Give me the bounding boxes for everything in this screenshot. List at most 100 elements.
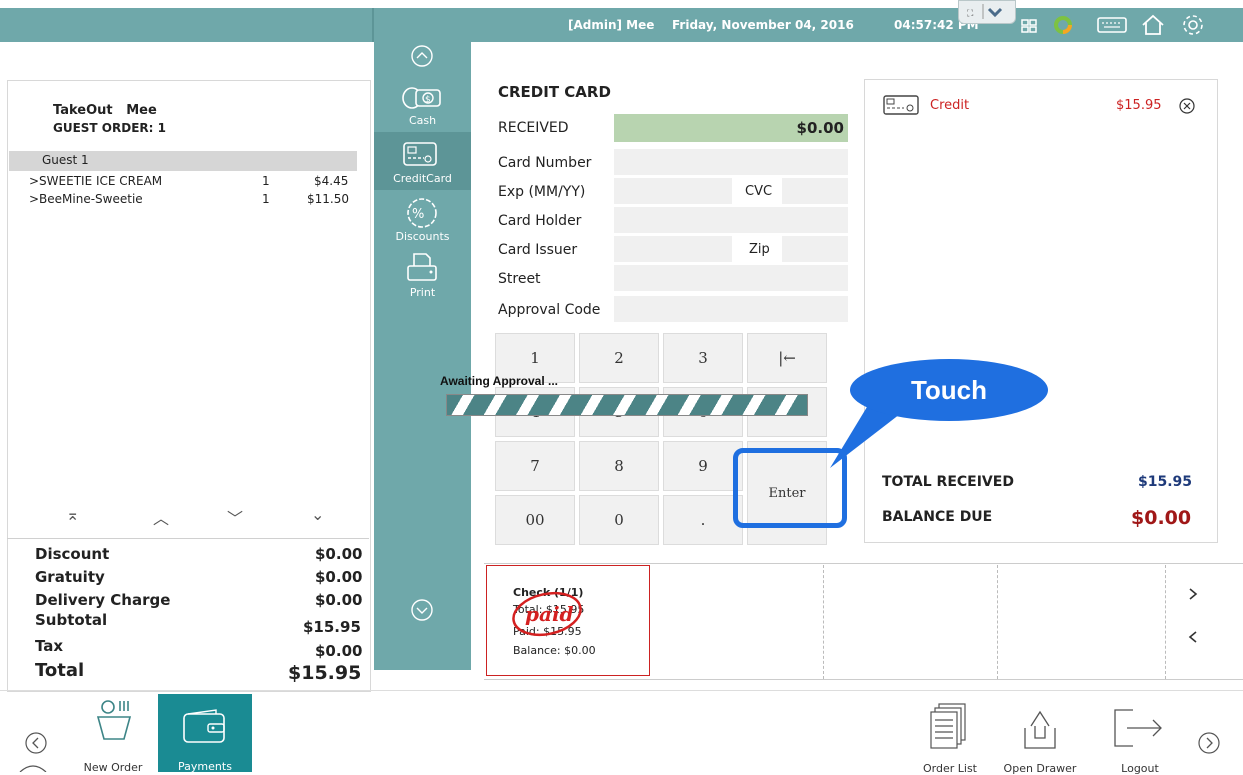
check-balance: Balance: $0.00 <box>513 644 596 657</box>
sidebar-up-icon[interactable] <box>410 44 434 68</box>
check-strip-top <box>484 563 1243 564</box>
card-holder-field[interactable] <box>614 207 848 233</box>
totals-divider <box>7 538 369 539</box>
svg-text:$: $ <box>425 95 431 105</box>
tax-value: $0.00 <box>315 642 363 660</box>
cvc-label: CVC <box>745 184 773 199</box>
approval-code-field[interactable] <box>614 296 848 322</box>
chevron-right-icon[interactable] <box>1185 585 1201 603</box>
open-drawer-icon <box>1024 710 1056 749</box>
exp-label: Exp (MM/YY) <box>498 184 586 200</box>
cvc-field[interactable] <box>782 178 848 204</box>
card-number-field[interactable] <box>614 149 848 175</box>
logout-label: Logout <box>1121 762 1159 775</box>
bottom-divider <box>0 690 1243 691</box>
balance-due-value: $0.00 <box>1131 507 1192 529</box>
check-divider <box>823 565 824 679</box>
key-0[interactable]: 0 <box>579 495 659 545</box>
card-holder-label: Card Holder <box>498 213 582 229</box>
nav-next-icon[interactable] <box>1197 731 1221 755</box>
total-received-label: TOTAL RECEIVED <box>882 474 1014 490</box>
scroll-down-icon[interactable]: ﹀ <box>227 505 243 529</box>
nav-prev-icon[interactable] <box>24 731 48 755</box>
remove-payment-icon[interactable] <box>1178 97 1196 115</box>
balance-due-label: BALANCE DUE <box>882 509 993 525</box>
printer-icon <box>407 253 437 281</box>
credit-card-icon <box>883 95 919 115</box>
approval-progress-bar <box>446 394 808 416</box>
item-name: >SWEETIE ICE CREAM <box>29 174 163 188</box>
scroll-top-icon[interactable]: ⌅ <box>66 505 79 524</box>
logout-button[interactable]: Logout <box>1105 700 1175 775</box>
zip-field[interactable] <box>782 236 848 262</box>
top-bar: [Admin] Mee Friday, November 04, 2016 04… <box>0 0 1243 42</box>
enter-highlight <box>733 448 847 528</box>
open-drawer-label: Open Drawer <box>1003 762 1077 775</box>
delivery-value: $0.00 <box>315 591 363 609</box>
check-card[interactable]: Check (1/1) Total: $15.95 Paid: $15.95 B… <box>486 565 650 676</box>
key-8[interactable]: 8 <box>579 441 659 491</box>
delivery-label: Delivery Charge <box>35 591 171 609</box>
received-field[interactable]: $0.00 <box>614 114 848 142</box>
pulldown-tab[interactable]: ⛶ <box>958 0 1016 24</box>
payments-button[interactable]: Payments <box>158 694 252 773</box>
keyboard-icon[interactable] <box>1096 12 1128 38</box>
sync-icon[interactable] <box>1050 12 1076 38</box>
sidebar-item-print[interactable]: Print <box>374 250 471 302</box>
exp-field[interactable] <box>614 178 732 204</box>
sidebar-item-label: Cash <box>408 114 437 127</box>
form-title: CREDIT CARD <box>498 83 611 101</box>
list-item[interactable]: >BeeMine-Sweetie 1 $11.50 <box>29 192 369 208</box>
totals-section: Discount $0.00 Gratuity $0.00 Delivery C… <box>0 545 372 685</box>
discount-label: Discount <box>35 545 110 563</box>
card-number-label: Card Number <box>498 155 592 171</box>
new-order-label: New Order <box>83 761 143 774</box>
home-icon[interactable] <box>1140 12 1166 38</box>
payment-method: Credit <box>930 98 970 113</box>
scroll-bottom-icon[interactable]: ⌄ <box>311 505 324 524</box>
approval-code-label: Approval Code <box>498 302 601 318</box>
new-order-button[interactable]: New Order <box>70 697 156 774</box>
key-7[interactable]: 7 <box>495 441 575 491</box>
card-issuer-label: Card Issuer <box>498 242 578 258</box>
layout-icon[interactable] <box>1018 12 1044 38</box>
item-qty: 1 <box>262 192 270 206</box>
key-3[interactable]: 3 <box>663 333 743 383</box>
item-name: >BeeMine-Sweetie <box>29 192 143 206</box>
paid-stamp-text: paid <box>525 602 574 626</box>
payment-entry[interactable]: Credit $15.95 <box>882 94 1202 116</box>
key-2[interactable]: 2 <box>579 333 659 383</box>
key-decimal[interactable]: . <box>663 495 743 545</box>
header-date: Friday, November 04, 2016 <box>672 18 854 32</box>
discount-icon: % <box>407 198 437 228</box>
sidebar-item-label: Discounts <box>395 230 450 243</box>
card-issuer-field[interactable] <box>614 236 732 262</box>
street-field[interactable] <box>614 265 848 291</box>
dining-icon <box>96 700 132 740</box>
cash-icon: $ <box>402 87 441 109</box>
list-item[interactable]: >SWEETIE ICE CREAM 1 $4.45 <box>29 174 369 190</box>
guest-order-label: GUEST ORDER: 1 <box>53 121 166 135</box>
nav-arc-icon <box>19 765 47 772</box>
key-backspace[interactable]: |← <box>747 333 827 383</box>
sidebar-item-discounts[interactable]: % Discounts <box>374 194 471 246</box>
order-list-button[interactable]: Order List <box>915 700 985 775</box>
sidebar-item-creditcard[interactable]: CreditCard <box>374 136 471 188</box>
key-00[interactable]: 00 <box>495 495 575 545</box>
zip-label: Zip <box>749 242 770 257</box>
logout-icon <box>1114 709 1162 747</box>
order-type-line: TakeOut Mee <box>53 103 157 118</box>
key-9[interactable]: 9 <box>663 441 743 491</box>
subtotal-value: $15.95 <box>303 618 361 636</box>
gear-icon[interactable] <box>1180 12 1206 38</box>
chevron-left-icon[interactable] <box>1185 628 1201 646</box>
payments-label: Payments <box>178 760 232 773</box>
gratuity-label: Gratuity <box>35 568 105 586</box>
scroll-up-icon[interactable]: ︿ <box>153 505 169 529</box>
sidebar-item-cash[interactable]: $ Cash <box>374 80 471 130</box>
total-value: $15.95 <box>288 662 362 684</box>
open-drawer-button[interactable]: Open Drawer <box>995 700 1085 775</box>
street-label: Street <box>498 271 541 287</box>
total-label: Total <box>35 660 85 681</box>
sidebar-down-icon[interactable] <box>410 598 434 622</box>
